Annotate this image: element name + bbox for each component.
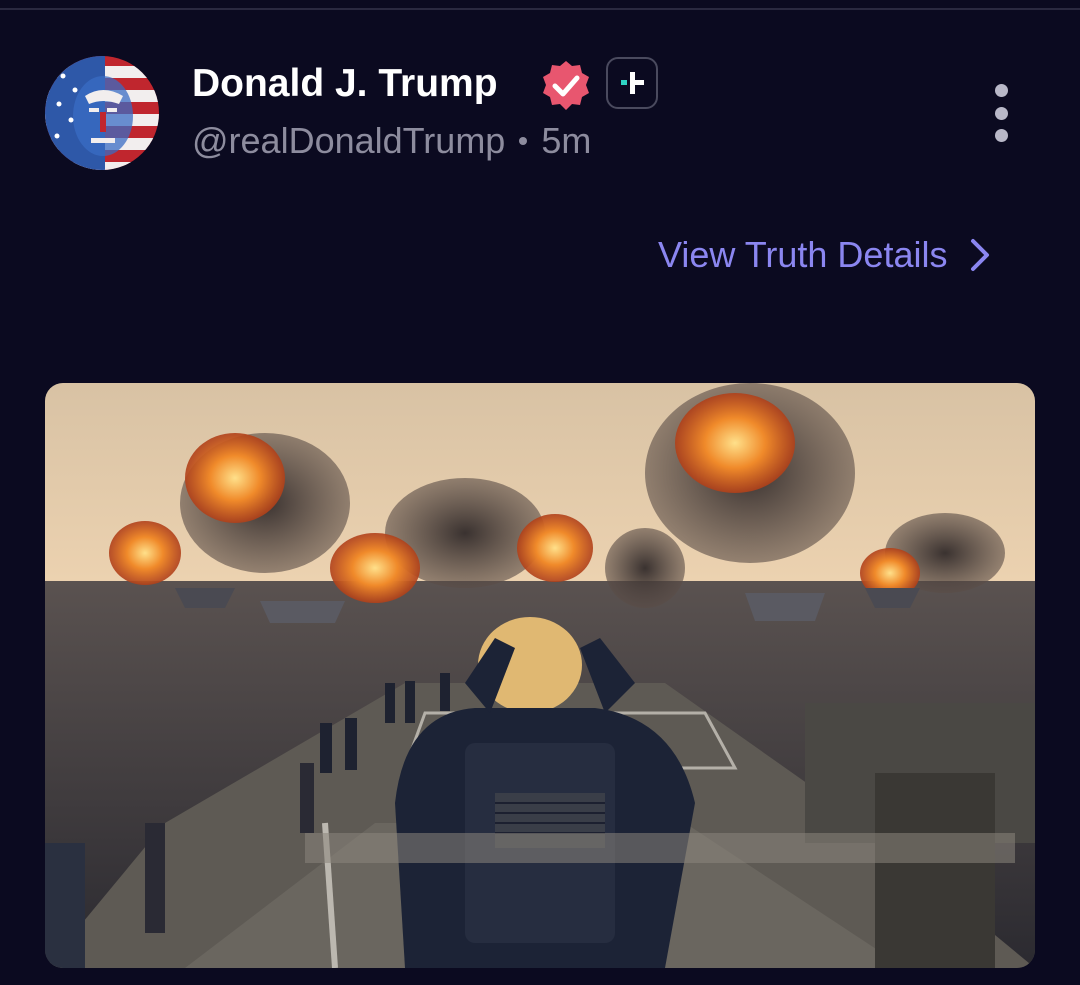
view-truth-details-label: View Truth Details xyxy=(658,234,948,275)
post-timestamp: 5m xyxy=(541,120,592,161)
separator-dot xyxy=(519,137,528,145)
author-handle[interactable]: @realDonaldTrump xyxy=(192,120,505,162)
author-name[interactable]: Donald J. Trump xyxy=(192,62,498,106)
view-truth-details-link[interactable]: View Truth Details xyxy=(658,230,991,280)
more-vertical-icon xyxy=(994,84,1008,97)
post-image[interactable] xyxy=(45,383,1035,968)
author-meta: @realDonaldTrump 5m xyxy=(192,120,591,162)
verified-badge-icon xyxy=(538,58,594,114)
more-options-button[interactable] xyxy=(982,84,1020,142)
avatar[interactable] xyxy=(45,56,159,170)
plus-badge-icon[interactable] xyxy=(606,57,658,109)
chevron-right-icon xyxy=(969,237,991,273)
post-screen: Donald J. Trump @realDonaldTrump 5m View… xyxy=(0,0,1080,985)
top-divider xyxy=(0,8,1080,10)
